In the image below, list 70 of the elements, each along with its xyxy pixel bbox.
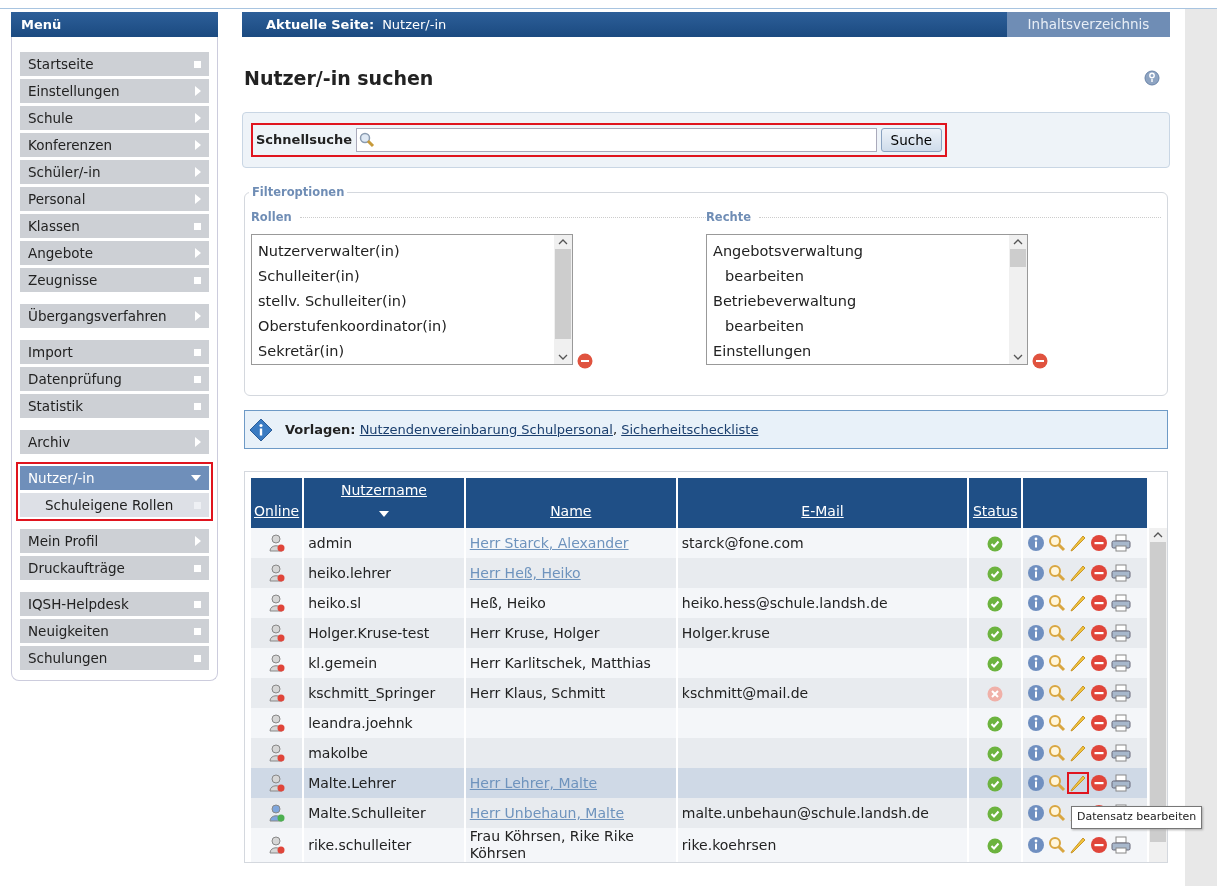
menu-title: Menü [11, 12, 218, 37]
table-cell: Heß, Heiko [465, 588, 676, 619]
sidebar-item[interactable]: Angebote [20, 241, 209, 265]
table-cell: Holger.kruse [677, 618, 968, 649]
column-header[interactable]: Nutzername [340, 482, 427, 499]
table-cell: rike.koehrsen [677, 828, 968, 863]
table-cell: leandra.joehnk [304, 708, 464, 739]
table-cell: kschmitt_Springer [304, 678, 464, 709]
table-cell: heiko.hess@schule.landsh.de [677, 588, 968, 619]
sidebar-item[interactable]: Neuigkeiten [20, 619, 209, 643]
tooltip: Datensatz bearbeiten [1071, 806, 1203, 829]
breadcrumb-label: Aktuelle Seite: [266, 15, 375, 34]
list-label: Rollen [251, 209, 292, 227]
sidebar-item[interactable]: Datenprüfung [20, 367, 209, 391]
sidebar-subitem[interactable]: Schuleigene Rollen [20, 493, 209, 517]
breadcrumb-value: Nutzer/-in [382, 15, 447, 34]
table-cell: starck@fone.com [677, 528, 968, 559]
sidebar-item[interactable]: Einstellungen [20, 79, 209, 103]
template-link[interactable]: Sicherheitscheckliste [621, 422, 759, 438]
list-box[interactable]: Angebotsverwaltung bearbeiten Betriebeverwaltung bearbeiten Einstellungen [706, 234, 1028, 366]
sidebar-item[interactable]: IQSH-Helpdesk [20, 592, 209, 616]
list-box[interactable]: Nutzerverwalter(in) Schulleiter(in) stellv. Schulleiter(in) Oberstufenkoordinator(in) Sekretär(in) [251, 234, 573, 366]
list-option[interactable]: Oberstufenkoordinator(in) [258, 314, 548, 340]
table-cell: Herr Karlitschek, Matthias [465, 648, 676, 679]
sidebar-item[interactable]: Mein Profil [20, 529, 209, 553]
template-link[interactable]: Nutzendenvereinbarung Schulpersonal [359, 422, 613, 438]
templates-text: Vorlagen: Nutzendenvereinbarung Schulpersonal, Sicherheitscheckliste [285, 421, 759, 440]
sidebar-item[interactable]: Schulungen [20, 646, 209, 670]
table-cell: Frau Köhrsen, Rike Rike Köhrsen [465, 828, 676, 863]
sidebar-item[interactable]: Druckaufträge [20, 556, 209, 580]
sidebar-item[interactable]: Klassen [20, 214, 209, 238]
table-cell: heiko.lehrer [304, 558, 464, 589]
column-header[interactable]: Name [550, 503, 592, 520]
sidebar-item[interactable]: Schule [20, 106, 209, 130]
table-cell: admin [304, 528, 464, 559]
list-option[interactable]: bearbeiten [713, 264, 1003, 290]
search-button[interactable]: Suche [880, 127, 942, 153]
table-cell: Herr Klaus, Schmitt [465, 678, 676, 709]
list-label: Rechte [706, 209, 751, 227]
list-option[interactable]: Sekretär(in) [258, 339, 548, 365]
table-cell: makolbe [304, 738, 464, 769]
table-cell: kschmitt@mail.de [677, 678, 968, 709]
sidebar-item[interactable]: Startseite [20, 52, 209, 76]
list-option[interactable]: bearbeiten [713, 314, 1003, 340]
list-option[interactable]: Nutzerverwalter(in) [258, 239, 548, 265]
sidebar-item[interactable]: Statistik [20, 394, 209, 418]
table-cell: kl.gemein [304, 648, 464, 679]
sidebar-item[interactable]: Personal [20, 187, 209, 211]
table-cell: Holger.Kruse-test [304, 618, 464, 649]
table-cell: Herr Kruse, Holger [465, 618, 676, 649]
table-cell: malte.unbehaun@schule.landsh.de [677, 798, 968, 829]
list-option[interactable]: Betriebeverwaltung [713, 289, 1003, 315]
sidebar-item[interactable]: Konferenzen [20, 133, 209, 157]
list-option[interactable]: stellv. Schulleiter(in) [258, 289, 548, 315]
list-option[interactable]: Schulleiter(in) [258, 264, 548, 290]
page-title: Nutzer/-in suchen [244, 67, 434, 90]
table-cell: Malte.Lehrer [304, 768, 464, 799]
sidebar-item[interactable]: Zeugnisse [20, 268, 209, 292]
sidebar-item[interactable]: Import [20, 340, 209, 364]
list-option[interactable]: Angebotsverwaltung [713, 239, 1003, 265]
search-label: Schnellsuche [256, 131, 353, 150]
column-header[interactable]: E-Mail [801, 503, 844, 520]
list-option[interactable]: Einstellungen [713, 339, 1003, 365]
table-cell: rike.schulleiter [304, 828, 464, 863]
table-cell: heiko.sl [304, 588, 464, 619]
table-cell: Malte.Schulleiter [304, 798, 464, 829]
sidebar-item[interactable]: Übergangsverfahren [20, 304, 209, 328]
sidebar-item[interactable]: Archiv [20, 430, 209, 454]
filter-legend: Filteroptionen [249, 184, 348, 202]
sidebar-item[interactable]: Schüler/-in [20, 160, 209, 184]
